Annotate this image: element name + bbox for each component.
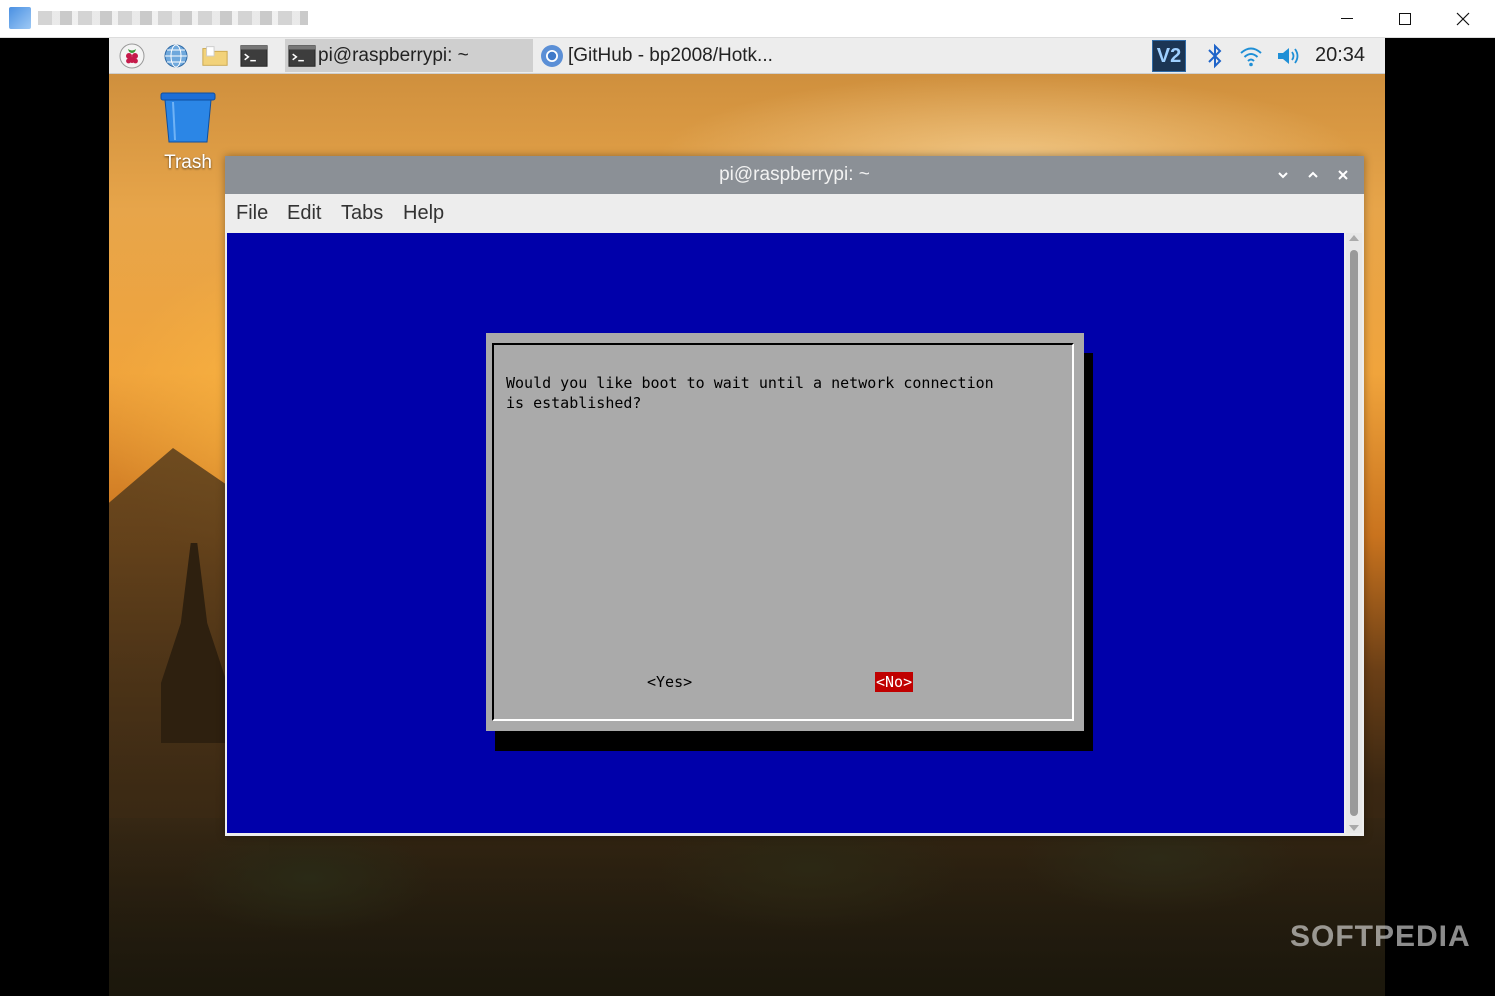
whiptail-dialog: Would you like boot to wait until a netw… xyxy=(486,333,1084,731)
menu-help[interactable]: Help xyxy=(403,194,444,232)
vnc-tray-icon[interactable]: V2 xyxy=(1152,40,1186,72)
raspberry-icon xyxy=(119,43,145,69)
volume-tray-button[interactable] xyxy=(1275,42,1303,70)
bluetooth-tray-button[interactable] xyxy=(1201,42,1229,70)
window-title: pi@raspberrypi: ~ xyxy=(719,164,870,185)
close-icon xyxy=(1456,12,1470,25)
close-icon xyxy=(1338,170,1348,180)
file-manager-launcher[interactable] xyxy=(201,42,229,70)
bluetooth-icon xyxy=(1208,43,1222,69)
terminal-close-button[interactable] xyxy=(1332,164,1354,186)
clock[interactable]: 20:34 xyxy=(1315,38,1365,73)
taskbar-task-chromium[interactable]: [GitHub - bp2008/Hotk... xyxy=(535,39,785,72)
letterbox-left xyxy=(0,38,109,996)
browser-launcher[interactable] xyxy=(162,42,190,70)
app-icon xyxy=(9,7,31,29)
menu-edit[interactable]: Edit xyxy=(287,194,321,232)
taskbar-task-label: pi@raspberrypi: ~ xyxy=(318,44,469,66)
wifi-tray-button[interactable] xyxy=(1237,42,1265,70)
terminal-window: pi@raspberrypi: ~ File Edit Tabs Help Wo… xyxy=(225,156,1364,836)
taskbar-task-label: [GitHub - bp2008/Hotk... xyxy=(568,44,773,66)
folder-icon xyxy=(202,46,228,66)
terminal-icon xyxy=(240,45,268,67)
maximize-icon xyxy=(1399,12,1411,25)
pi-taskbar: pi@raspberrypi: ~ [GitHub - bp2008/Hotk.… xyxy=(109,38,1385,74)
terminal-icon xyxy=(288,43,316,69)
maximize-button[interactable] xyxy=(1376,0,1434,37)
minimize-icon xyxy=(1341,18,1353,19)
trash-icon xyxy=(160,92,216,143)
scroll-down-arrow-icon[interactable] xyxy=(1349,825,1359,831)
menu-tabs[interactable]: Tabs xyxy=(341,194,383,232)
terminal-launcher[interactable] xyxy=(240,42,268,70)
desktop-icon-trash[interactable]: Trash xyxy=(147,90,229,174)
speaker-icon xyxy=(1278,48,1299,64)
no-button[interactable]: <No> xyxy=(875,672,914,692)
terminal-minimize-button[interactable] xyxy=(1272,164,1294,186)
host-title-blurred xyxy=(38,11,308,25)
softpedia-watermark: SOFTPEDIA xyxy=(1290,920,1471,953)
host-titlebar xyxy=(0,0,1495,38)
menu-file[interactable]: File xyxy=(236,194,268,232)
chromium-icon xyxy=(538,43,566,69)
terminal-menubar: File Edit Tabs Help xyxy=(225,194,1364,232)
terminal-maximize-button[interactable] xyxy=(1302,164,1324,186)
globe-icon xyxy=(164,44,188,68)
close-button[interactable] xyxy=(1434,0,1492,37)
wifi-icon xyxy=(1240,47,1262,67)
dialog-message: Would you like boot to wait until a netw… xyxy=(506,374,994,412)
terminal-scrollbar[interactable] xyxy=(1346,233,1362,833)
terminal-titlebar[interactable]: pi@raspberrypi: ~ xyxy=(225,156,1364,194)
scroll-up-arrow-icon[interactable] xyxy=(1349,235,1359,241)
taskbar-task-terminal[interactable]: pi@raspberrypi: ~ xyxy=(285,39,533,72)
minimize-button[interactable] xyxy=(1318,0,1376,37)
letterbox-right xyxy=(1385,38,1495,996)
scrollbar-thumb[interactable] xyxy=(1350,250,1358,816)
raspberry-menu-button[interactable] xyxy=(118,42,146,70)
chevron-down-icon xyxy=(1278,172,1288,179)
terminal-screen[interactable]: Would you like boot to wait until a netw… xyxy=(227,233,1344,833)
chevron-up-icon xyxy=(1308,171,1318,178)
desktop-icon-label: Trash xyxy=(164,152,212,173)
pi-desktop: pi@raspberrypi: ~ [GitHub - bp2008/Hotk.… xyxy=(109,38,1385,996)
wallpaper-trees xyxy=(109,818,1385,996)
yes-button[interactable]: <Yes> xyxy=(646,672,693,692)
